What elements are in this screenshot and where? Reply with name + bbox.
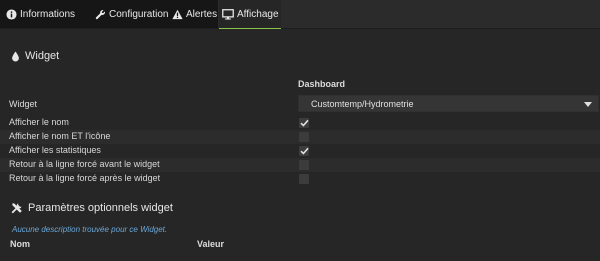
show-name-icon-checkbox[interactable] bbox=[299, 132, 309, 142]
option-row-show-stats: Afficher les statistiques bbox=[0, 144, 600, 158]
tab-label: Alertes bbox=[186, 8, 218, 20]
tab-informations[interactable]: Informations bbox=[6, 0, 75, 28]
column-header-value: Valeur bbox=[197, 239, 225, 249]
no-description-text: Aucune description trouvée pour ce Widge… bbox=[12, 225, 168, 234]
option-label: Retour à la ligne forcé avant le widget bbox=[9, 159, 160, 169]
widget-label: Widget bbox=[9, 99, 38, 109]
tools-icon bbox=[11, 202, 23, 214]
option-row-show-name-icon: Afficher le nom ET l'icône bbox=[0, 130, 600, 144]
show-name-checkbox[interactable] bbox=[299, 118, 309, 128]
monitor-icon bbox=[222, 8, 234, 20]
widget-select[interactable]: Customtemp/Hydrometrie bbox=[298, 95, 599, 112]
tab-alertes[interactable]: Alertes bbox=[172, 0, 217, 28]
section-title-text: Paramètres optionnels widget bbox=[28, 202, 173, 214]
tab-label: Affichage bbox=[237, 8, 279, 20]
option-label: Afficher le nom bbox=[9, 117, 69, 127]
option-row-show-name: Afficher le nom bbox=[0, 116, 600, 130]
check-icon bbox=[299, 147, 309, 155]
tab-bar: Informations Configuration Alertes Affic… bbox=[0, 0, 600, 29]
wrench-icon bbox=[95, 9, 106, 20]
section-title-text: Widget bbox=[25, 50, 60, 62]
break-before-checkbox[interactable] bbox=[299, 160, 309, 170]
warning-icon bbox=[172, 9, 183, 20]
widget-select-value: Customtemp/Hydrometrie bbox=[311, 98, 414, 109]
break-after-checkbox[interactable] bbox=[299, 174, 309, 184]
show-stats-checkbox[interactable] bbox=[299, 146, 309, 156]
info-circle-icon bbox=[6, 8, 17, 20]
option-label: Afficher le nom ET l'icône bbox=[9, 131, 111, 141]
tab-label: Informations bbox=[20, 8, 76, 20]
option-row-break-after: Retour à la ligne forcé après le widget bbox=[0, 172, 600, 186]
check-icon bbox=[299, 119, 309, 127]
option-label: Afficher les statistiques bbox=[9, 145, 101, 155]
option-row-break-before: Retour à la ligne forcé avant le widget bbox=[0, 158, 600, 172]
drop-icon bbox=[11, 50, 20, 62]
params-section-title: Paramètres optionnels widget bbox=[11, 202, 173, 214]
tab-configuration[interactable]: Configuration bbox=[95, 0, 168, 28]
widget-section-title: Widget bbox=[11, 50, 59, 62]
option-label: Retour à la ligne forcé après le widget bbox=[9, 173, 161, 183]
column-header-name: Nom bbox=[10, 239, 30, 249]
dashboard-column-header: Dashboard bbox=[298, 79, 346, 89]
tab-affichage[interactable]: Affichage bbox=[219, 0, 281, 29]
chevron-down-icon bbox=[584, 102, 592, 107]
tab-label: Configuration bbox=[109, 8, 169, 20]
